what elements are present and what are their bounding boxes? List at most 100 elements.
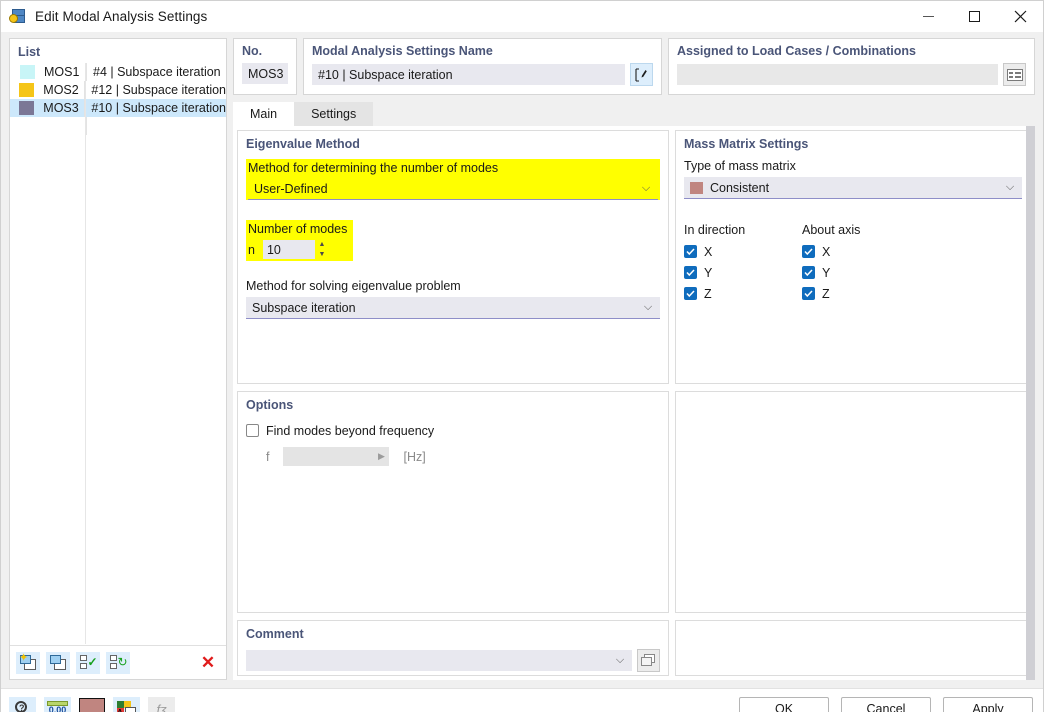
color-swatch-button[interactable] [79,698,105,712]
chevron-down-icon: ⌵ [1005,181,1015,193]
number-of-modes-input[interactable]: 10 [262,240,315,259]
mass-matrix-group: Mass Matrix Settings Type of mass matrix… [675,130,1031,384]
window-controls [905,1,1043,32]
list-item-selected[interactable]: MOS3 #10 | Subspace iteration [10,99,226,117]
edit-modal-analysis-settings-dialog: Edit Modal Analysis Settings List MOS1 #… [0,0,1044,712]
method-modes-value: User-Defined [254,181,328,196]
no-value: MOS3 [242,63,288,84]
list-item[interactable]: MOS2 #12 | Subspace iteration [10,81,226,99]
header-row: No. MOS3 Modal Analysis Settings Name #1… [233,38,1035,95]
minimize-button[interactable] [905,1,951,32]
name-edit-button[interactable] [630,63,653,86]
main-right-column: Mass Matrix Settings Type of mass matrix… [675,130,1031,676]
assigned-input[interactable] [677,64,998,85]
delete-item-button[interactable]: ✕ [196,652,220,674]
solver-label: Method for solving eigenvalue problem [246,279,461,293]
refresh-selection-button[interactable]: ↻ [106,651,130,674]
edit-pencil-icon [634,67,649,82]
right-empty-panel-2 [675,620,1031,676]
window-title: Edit Modal Analysis Settings [35,9,208,24]
maximize-button[interactable] [951,1,997,32]
eigenvalue-group-title: Eigenvalue Method [246,137,360,151]
checklist-refresh-icon: ↻ [109,655,128,670]
about-axis-label: About axis [802,223,861,237]
in-direction-y-row[interactable]: Y [684,262,802,283]
comment-copy-icon [641,654,656,667]
method-modes-combo[interactable]: User-Defined ⌵ [248,178,658,200]
cancel-button[interactable]: Cancel [841,696,931,712]
in-direction-y-checkbox[interactable] [684,266,697,279]
in-direction-x-row[interactable]: X [684,241,802,262]
modal-analysis-icon [9,8,27,26]
comment-group: Comment ⌵ [237,620,669,676]
in-direction-x-label: X [704,244,713,259]
close-button[interactable] [997,1,1043,32]
tab-main-label: Main [250,107,278,121]
tab-settings-label: Settings [311,107,357,121]
about-axis-y-row[interactable]: Y [802,262,920,283]
decimal-places-icon: 0,00 [47,701,68,712]
list-item-description: #12 | Subspace iteration [91,83,226,97]
about-axis-y-checkbox[interactable] [802,266,815,279]
about-axis-x-row[interactable]: X [802,241,920,262]
copy-document-icon [50,655,66,670]
solver-combo[interactable]: Subspace iteration ⌵ [246,297,660,319]
list-rows: MOS1 #4 | Subspace iteration MOS2 #12 | … [10,63,226,645]
about-axis-z-checkbox[interactable] [802,287,815,300]
tab-main[interactable]: Main [233,102,295,126]
mass-type-value: Consistent [710,180,770,195]
options-group: Options Find modes beyond frequency f ▶ … [237,391,669,613]
vertical-scrollbar[interactable] [1026,126,1035,680]
spinner-arrows[interactable]: ▲ ▼ [315,240,329,259]
frequency-symbol: f [266,449,270,464]
find-modes-checkbox-row[interactable]: Find modes beyond frequency [246,420,660,441]
tab-content-main: Eigenvalue Method Method for determining… [233,126,1035,680]
dialog-footer: ? 0,00 A fʒ OK Cancel Apply [1,688,1043,712]
find-modes-checkbox[interactable] [246,424,259,437]
list-item-description: #4 | Subspace iteration [93,65,221,79]
chevron-down-icon: ⌵ [643,301,653,313]
list-item[interactable]: MOS1 #4 | Subspace iteration [10,63,226,81]
assigned-label: Assigned to Load Cases / Combinations [677,44,916,58]
name-input[interactable]: #10 | Subspace iteration [312,64,625,85]
select-all-button[interactable]: ✓ [76,651,100,674]
new-item-button[interactable]: ✦ [16,651,40,674]
assigned-box: Assigned to Load Cases / Combinations [668,38,1035,95]
comment-combo[interactable]: ⌵ [246,650,632,671]
magnifier-question-icon: ? [14,700,31,712]
about-axis-x-checkbox[interactable] [802,245,815,258]
item-color-swatch [10,83,43,97]
help-search-button[interactable]: ? [9,697,36,712]
solver-value: Subspace iteration [252,300,356,315]
ok-button[interactable]: OK [739,696,829,712]
frequency-more-arrow: ▶ [373,447,390,466]
list-panel-title: List [18,45,41,59]
in-direction-x-checkbox[interactable] [684,245,697,258]
about-axis-z-row[interactable]: Z [802,283,920,304]
tab-settings[interactable]: Settings [294,102,374,126]
apply-button[interactable]: Apply [943,696,1033,712]
copy-item-button[interactable] [46,651,70,674]
number-format-button[interactable]: 0,00 [44,697,71,712]
item-color-swatch [10,101,43,115]
main-left-column: Eigenvalue Method Method for determining… [237,130,669,676]
checklist-check-icon: ✓ [79,655,98,670]
mass-type-combo[interactable]: Consistent ⌵ [684,177,1022,199]
no-box: No. MOS3 [233,38,297,95]
frequency-input [283,447,374,466]
display-properties-button[interactable]: A [113,697,140,712]
list-column-divider [85,63,86,644]
list-item-empty[interactable] [10,117,226,135]
list-item-key: MOS1 [44,65,80,79]
formula-button[interactable]: fʒ [148,697,175,712]
list-item-key: MOS2 [43,83,79,97]
assigned-select-button[interactable] [1003,63,1026,86]
comment-copy-button[interactable] [637,649,660,672]
name-box: Modal Analysis Settings Name #10 | Subsp… [303,38,662,95]
n-symbol: n [248,242,255,257]
in-direction-z-checkbox[interactable] [684,287,697,300]
comment-group-title: Comment [246,627,304,641]
number-of-modes-spinner[interactable]: 10 ▲ ▼ [262,240,329,259]
in-direction-z-row[interactable]: Z [684,283,802,304]
about-axis-z-label: Z [822,286,830,301]
